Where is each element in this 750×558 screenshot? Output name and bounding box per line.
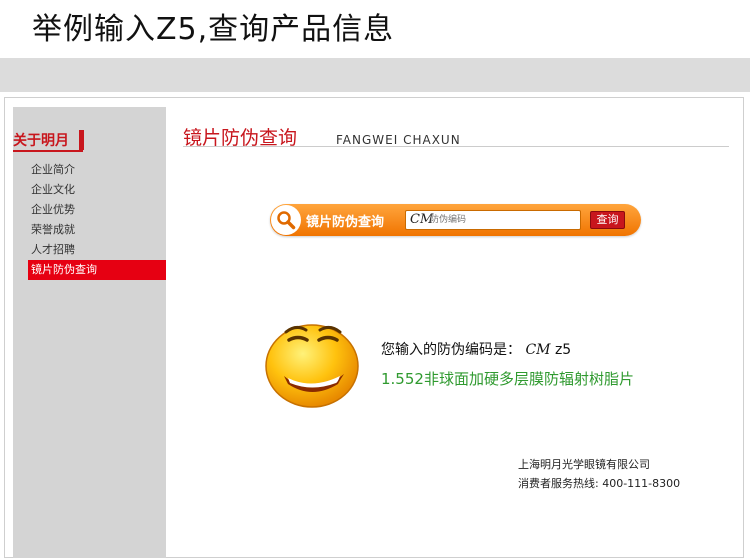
title-divider: [183, 146, 729, 147]
page-title-english: FANGWEI CHAXUN: [336, 133, 461, 147]
sidebar-item-recruitment[interactable]: 人才招聘: [28, 240, 166, 260]
result-product: 1.552非球面加硬多层膜防辐射树脂片: [381, 370, 634, 388]
sidebar-item-company-intro[interactable]: 企业简介: [28, 160, 166, 180]
top-band: [0, 58, 750, 92]
cm-logo: CM: [525, 342, 551, 358]
footer-hotline: 消费者服务热线: 400-111-8300: [518, 477, 681, 490]
search-input-box: CM: [405, 210, 581, 230]
search-icon[interactable]: [271, 205, 301, 235]
sidebar-title: 关于明月: [13, 133, 69, 149]
footer-company: 上海明月光学眼镜有限公司: [518, 458, 650, 471]
sidebar-item-honors[interactable]: 荣誉成就: [28, 220, 166, 240]
sidebar-title-accent: [79, 130, 84, 150]
result-code-line: 您输入的防伪编码是： CM z5: [381, 339, 571, 359]
sidebar-item-lens-verification[interactable]: 镜片防伪查询: [28, 260, 166, 280]
result-code: z5: [554, 342, 572, 358]
search-button[interactable]: 查询: [590, 211, 625, 229]
smiley-face-icon: [265, 324, 359, 408]
search-bar: 镜片防伪查询 CM 查询: [270, 204, 641, 236]
result-prefix: 您输入的防伪编码是：: [381, 342, 521, 358]
search-input[interactable]: [430, 212, 576, 228]
search-label: 镜片防伪查询: [306, 215, 385, 230]
sidebar-item-company-culture[interactable]: 企业文化: [28, 180, 166, 200]
sidebar-menu: 企业简介 企业文化 企业优势 荣誉成就 人才招聘 镜片防伪查询: [28, 160, 166, 280]
sidebar-title-underline: [13, 150, 83, 152]
page-heading: 举例输入Z5,查询产品信息: [32, 12, 395, 47]
sidebar-item-company-advantages[interactable]: 企业优势: [28, 200, 166, 220]
